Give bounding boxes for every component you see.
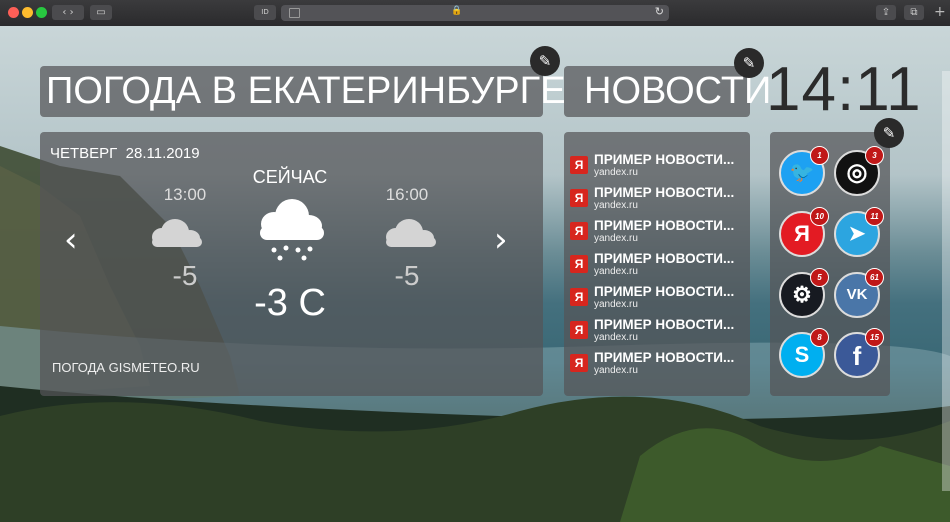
lock-icon: 🔒: [451, 6, 463, 16]
cloud-icon: [386, 219, 436, 247]
cloud-icon: [152, 219, 202, 247]
news-item-title: ПРИМЕР НОВОСТИ...: [594, 350, 735, 365]
news-panel: Я ПРИМЕР НОВОСТИ... yandex.ru Я ПРИМЕР Н…: [564, 132, 750, 396]
instagram-glyph: ◎: [846, 159, 868, 186]
left-forecast-time: 13:00: [163, 185, 207, 204]
weather-title-panel: ПОГОДА В ЕКАТЕРИНБУРГЕ: [40, 66, 566, 117]
telegram-glyph: ➤: [848, 223, 866, 245]
weather-date: 28.11.2019: [125, 145, 200, 162]
steam-icon[interactable]: ⚙ 5: [779, 268, 829, 318]
browser-toolbar: ‹ › ▭ ID 🔒 ↻ ⇪ ⧉ +: [0, 0, 950, 27]
close-window-button[interactable]: [8, 7, 19, 18]
steam-glyph: ⚙: [792, 282, 812, 307]
news-item[interactable]: Я ПРИМЕР НОВОСТИ... yandex.ru: [570, 185, 748, 215]
left-forecast-temp: -5: [172, 260, 198, 291]
news-item-title: ПРИМЕР НОВОСТИ...: [594, 284, 735, 299]
edit-news-button[interactable]: ✎: [734, 48, 764, 78]
instagram-badge: 3: [865, 146, 884, 165]
sidebar-toggle-icon[interactable]: ▭: [90, 5, 112, 20]
news-item-source: yandex.ru: [594, 365, 638, 376]
edit-weather-button[interactable]: ✎: [530, 46, 560, 76]
edit-social-button[interactable]: ✎: [874, 118, 904, 148]
skype-badge: 8: [810, 328, 829, 347]
new-tab-icon[interactable]: +: [934, 4, 946, 20]
facebook-badge: 15: [865, 328, 884, 347]
now-temp: -3 C: [254, 282, 326, 324]
telegram-icon[interactable]: ➤ 11: [834, 207, 884, 257]
clock: 14:11: [766, 55, 922, 124]
yandex-icon: Я: [570, 156, 588, 174]
news-item[interactable]: Я ПРИМЕР НОВОСТИ... yandex.ru: [570, 251, 748, 281]
telegram-badge: 11: [865, 207, 884, 226]
news-item-source: yandex.ru: [594, 299, 638, 310]
yandex-icon: Я: [570, 222, 588, 240]
tabs-overview-icon[interactable]: ⧉: [904, 5, 924, 20]
yandex-social-icon[interactable]: Я 10: [779, 207, 829, 257]
yandex-glyph: Я: [794, 221, 810, 246]
back-forward-buttons[interactable]: ‹ ›: [52, 5, 84, 20]
vk-glyph: VK: [846, 286, 868, 303]
news-item-title: ПРИМЕР НОВОСТИ...: [594, 317, 735, 332]
right-forecast-time: 16:00: [385, 185, 429, 204]
now-label: СЕЙЧАС: [252, 167, 328, 187]
snow-cloud-icon: [260, 199, 324, 261]
news-item-source: yandex.ru: [594, 167, 638, 178]
news-item[interactable]: Я ПРИМЕР НОВОСТИ... yandex.ru: [570, 317, 748, 347]
twitter-badge: 1: [810, 146, 829, 165]
vk-badge: 61: [865, 268, 884, 287]
page-icon: [289, 8, 300, 18]
right-forecast-temp: -5: [394, 260, 420, 291]
news-title-panel: НОВОСТИ: [564, 66, 771, 117]
yandex-icon: Я: [570, 321, 588, 339]
reload-icon[interactable]: ↻: [655, 5, 664, 18]
news-item-source: yandex.ru: [594, 332, 638, 343]
news-item-source: yandex.ru: [594, 200, 638, 211]
twitter-glyph: 🐦: [789, 162, 815, 184]
news-item-title: ПРИМЕР НОВОСТИ...: [594, 251, 735, 266]
news-item-source: yandex.ru: [594, 233, 638, 244]
news-item-title: ПРИМЕР НОВОСТИ...: [594, 152, 735, 167]
weather-day: ЧЕТВЕРГ: [50, 145, 118, 162]
twitter-icon[interactable]: 🐦 1: [779, 146, 829, 196]
yandex-icon: Я: [570, 255, 588, 273]
weather-panel: ЧЕТВЕРГ 28.11.2019 ‹ › 13:00 -5 СЕЙЧАС -…: [40, 132, 543, 396]
address-bar[interactable]: 🔒 ↻: [281, 5, 669, 21]
instagram-icon[interactable]: ◎ 3: [834, 146, 884, 196]
weather-title: ПОГОДА В ЕКАТЕРИНБУРГЕ: [46, 70, 566, 112]
minimize-window-button[interactable]: [22, 7, 33, 18]
news-item[interactable]: Я ПРИМЕР НОВОСТИ... yandex.ru: [570, 284, 748, 314]
steam-badge: 5: [810, 268, 829, 287]
news-item[interactable]: Я ПРИМЕР НОВОСТИ... yandex.ru: [570, 350, 748, 380]
facebook-glyph: f: [852, 341, 862, 371]
yandex-icon: Я: [570, 189, 588, 207]
weather-source-link[interactable]: ПОГОДА GISMETEO.RU: [52, 360, 200, 375]
yandex-icon: Я: [570, 288, 588, 306]
share-icon[interactable]: ⇪: [876, 5, 896, 20]
tab-icon[interactable]: ID: [254, 5, 276, 20]
news-item-title: ПРИМЕР НОВОСТИ...: [594, 185, 735, 200]
facebook-icon[interactable]: f 15: [834, 328, 884, 378]
scrollbar[interactable]: [942, 71, 950, 491]
yandex-badge: 10: [810, 207, 829, 226]
zoom-window-button[interactable]: [36, 7, 47, 18]
next-arrow-icon[interactable]: ›: [494, 220, 508, 260]
yandex-icon: Я: [570, 354, 588, 372]
news-item[interactable]: Я ПРИМЕР НОВОСТИ... yandex.ru: [570, 218, 748, 248]
news-item[interactable]: Я ПРИМЕР НОВОСТИ... yandex.ru: [570, 152, 748, 182]
news-item-title: ПРИМЕР НОВОСТИ...: [594, 218, 735, 233]
prev-arrow-icon[interactable]: ‹: [64, 220, 78, 260]
skype-icon[interactable]: S 8: [779, 328, 829, 378]
skype-glyph: S: [794, 342, 810, 367]
vk-icon[interactable]: VK 61: [834, 268, 884, 318]
news-item-source: yandex.ru: [594, 266, 638, 277]
